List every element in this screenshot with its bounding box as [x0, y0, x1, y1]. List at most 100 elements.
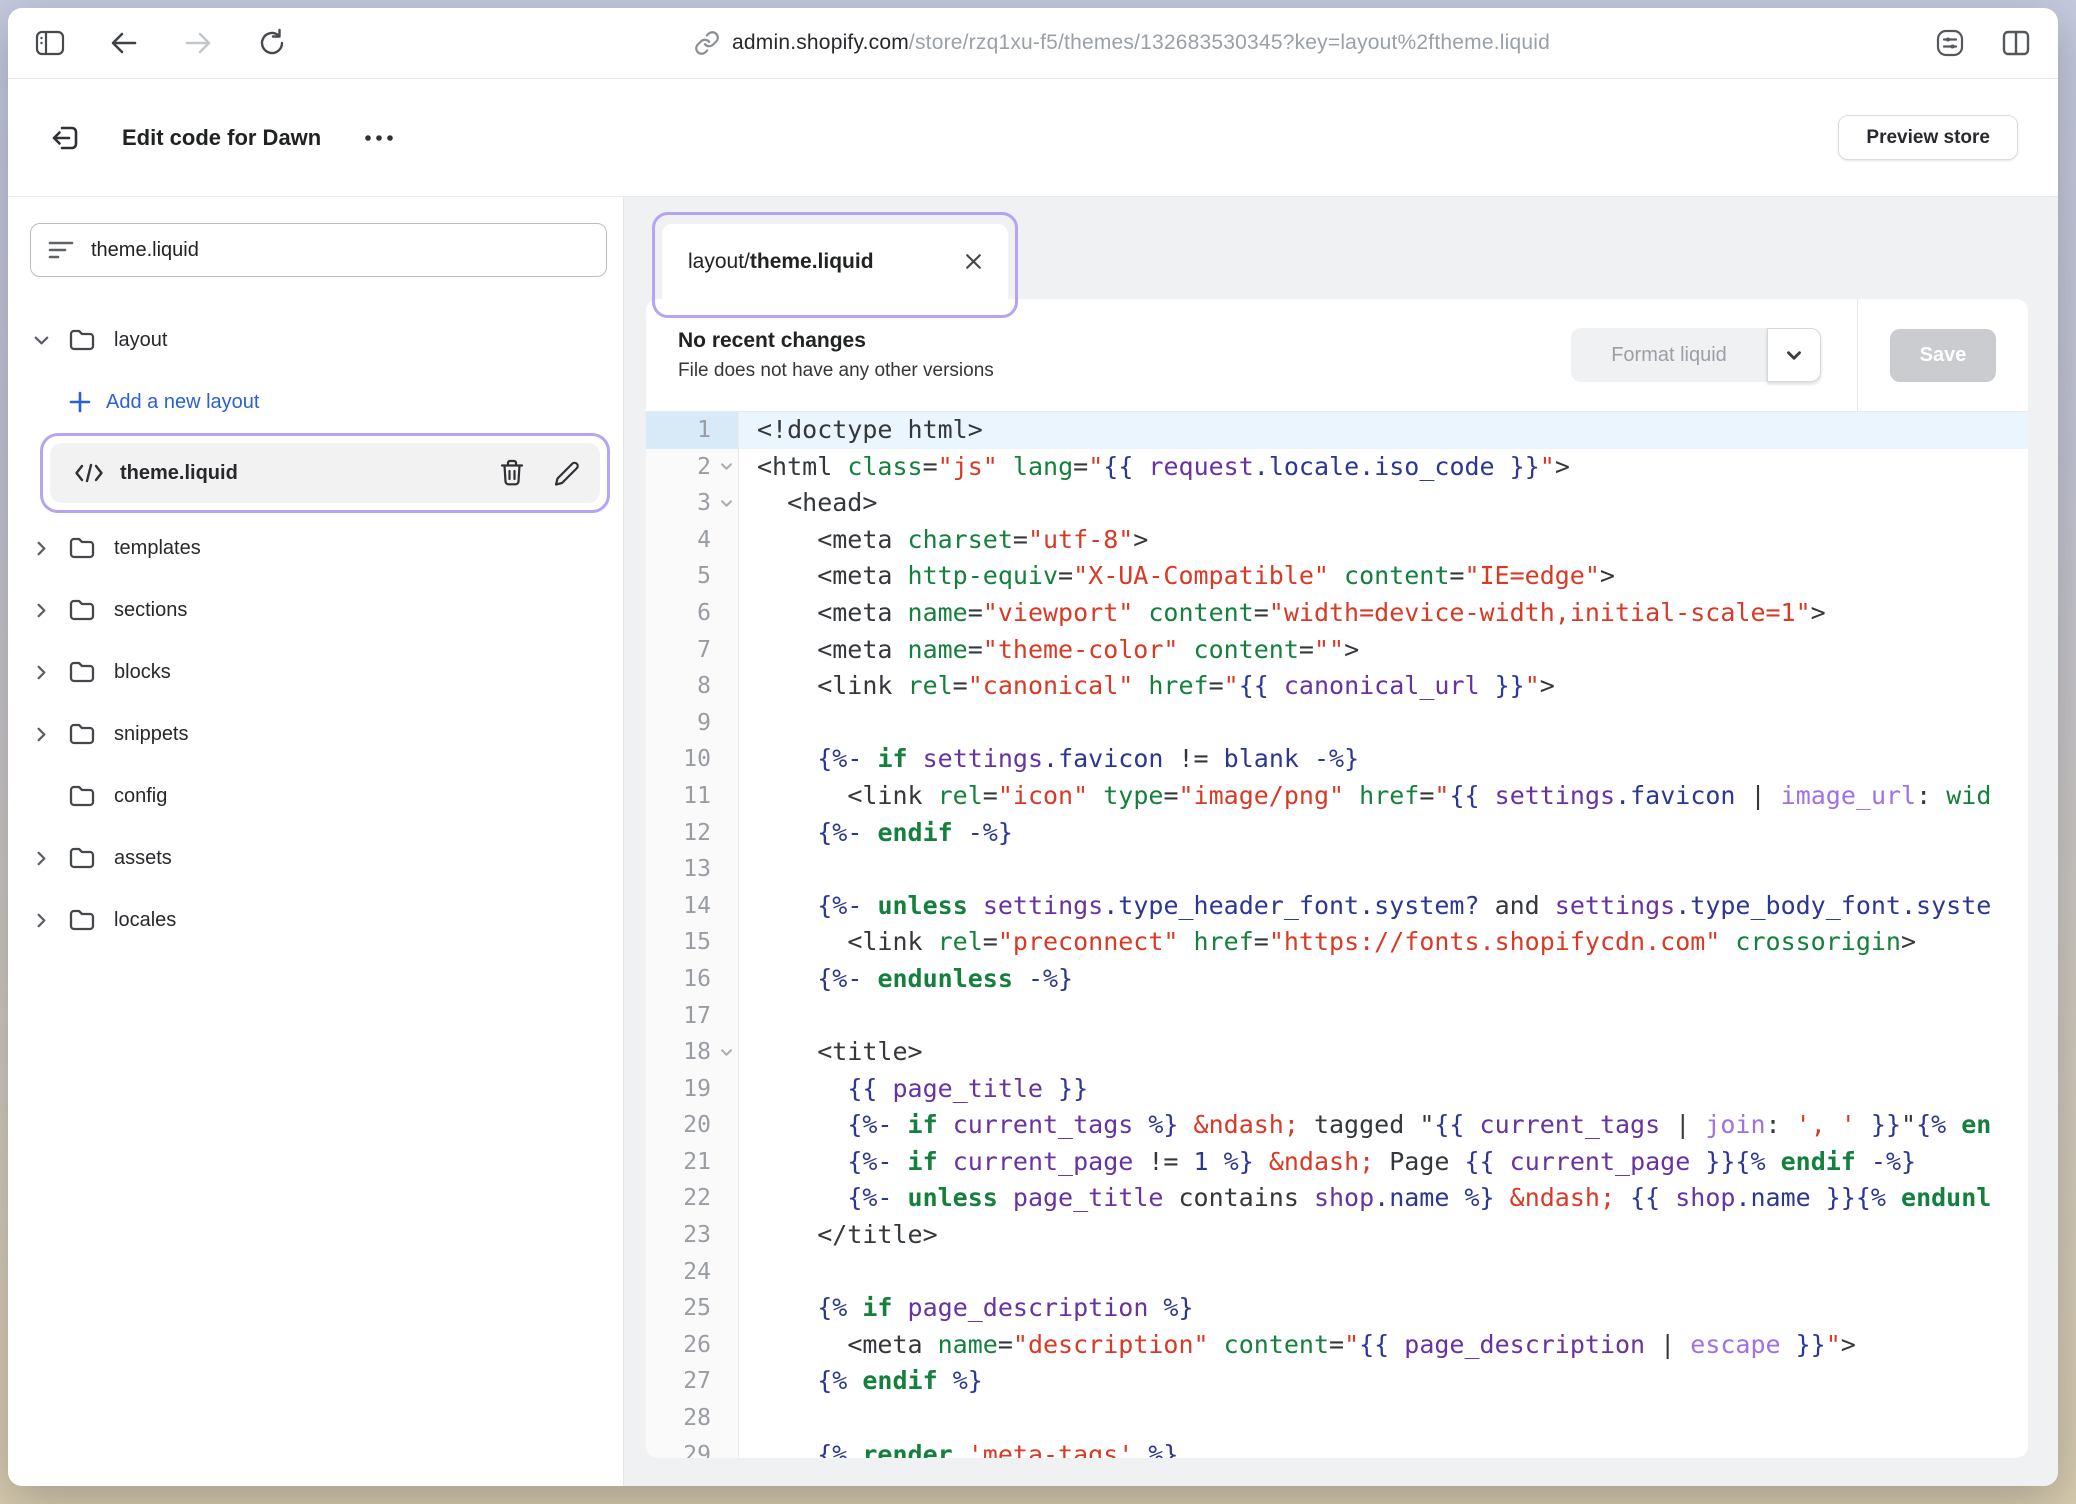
folder-label: assets [114, 847, 172, 870]
chevron-right-icon[interactable] [32, 911, 68, 930]
back-button-icon[interactable] [108, 27, 140, 59]
code-line: {% endif %} [757, 1363, 2028, 1400]
save-button[interactable]: Save [1890, 329, 1996, 382]
code-line: {% if page_description %} [757, 1290, 2028, 1327]
more-menu-button[interactable] [359, 123, 399, 153]
code-line: {{ page_title }} [757, 1071, 2028, 1108]
folder-icon [68, 908, 96, 932]
sidebar-item-blocks[interactable]: blocks [8, 641, 623, 703]
format-liquid-button[interactable]: Format liquid [1571, 328, 1821, 382]
line-number: 5 [646, 558, 738, 595]
code-line: <meta name="theme-color" content=""> [757, 632, 2028, 669]
preview-store-button[interactable]: Preview store [1838, 115, 2018, 160]
code-line: {%- unless settings.type_header_font.sys… [757, 888, 2028, 925]
sidebar-item-config[interactable]: config [8, 765, 623, 827]
forward-button-icon[interactable] [182, 27, 214, 59]
status-subtitle: File does not have any other versions [678, 360, 994, 382]
app-header: Edit code for Dawn Preview store [8, 79, 2058, 197]
sidebar-item-assets[interactable]: assets [8, 827, 623, 889]
url-path: /store/rzq1xu-f5/themes/132683530345?key… [909, 31, 1550, 54]
chevron-right-icon[interactable] [32, 539, 68, 558]
sidebar-item-layout[interactable]: layout [8, 309, 623, 371]
code-line: {%- endunless -%} [757, 961, 2028, 998]
sidebar-item-templates[interactable]: templates [8, 517, 623, 579]
file-search-box[interactable] [30, 223, 607, 277]
line-number: 8 [646, 668, 738, 705]
line-number: 3 [646, 485, 738, 522]
action-label: Add a new layout [106, 391, 259, 414]
fold-chevron-icon[interactable] [715, 449, 737, 486]
line-number: 13 [646, 851, 738, 888]
code-line [757, 1400, 2028, 1437]
code-line [757, 1254, 2028, 1291]
folder-label: config [114, 785, 167, 808]
line-number: 1 [646, 412, 738, 449]
folder-icon [68, 784, 96, 808]
code-line: {%- unless page_title contains shop.name… [757, 1180, 2028, 1217]
line-number: 14 [646, 888, 738, 925]
line-number: 18 [646, 1034, 738, 1071]
reload-button-icon[interactable] [256, 27, 288, 59]
add-new-layout-button[interactable]: Add a new layout [8, 371, 623, 433]
split-view-icon[interactable] [2000, 27, 2032, 59]
format-liquid-label[interactable]: Format liquid [1571, 328, 1767, 382]
page-settings-icon[interactable] [1934, 27, 1966, 59]
chevron-right-icon[interactable] [32, 663, 68, 682]
line-number: 16 [646, 961, 738, 998]
sidebar-item-theme-liquid[interactable]: theme.liquid [8, 433, 623, 517]
folder-icon [68, 536, 96, 560]
tab-label: layout/theme.liquid [688, 250, 874, 274]
folder-label: templates [114, 537, 201, 560]
exit-editor-button[interactable] [48, 120, 84, 156]
line-number: 22 [646, 1180, 738, 1217]
line-number: 23 [646, 1217, 738, 1254]
line-number: 29 [646, 1437, 738, 1458]
line-number: 4 [646, 522, 738, 559]
line-number: 25 [646, 1290, 738, 1327]
code-file-icon [74, 461, 104, 485]
sidebar-item-sections[interactable]: sections [8, 579, 623, 641]
chevron-right-icon[interactable] [32, 601, 68, 620]
filter-icon [47, 239, 75, 261]
code-editor[interactable]: 1234567891011121314151617181920212223242… [646, 412, 2028, 1458]
close-tab-icon[interactable] [963, 251, 984, 272]
sidebar-item-snippets[interactable]: snippets [8, 703, 623, 765]
plus-icon [68, 390, 92, 414]
code-line: <link rel="canonical" href="{{ canonical… [757, 668, 2028, 705]
code-line: <meta name="description" content="{{ pag… [757, 1327, 2028, 1364]
code-line: <link rel="preconnect" href="https://fon… [757, 924, 2028, 961]
file-sidebar: layout Add a new layout [8, 197, 624, 1486]
chevron-down-icon[interactable] [32, 331, 68, 350]
fold-chevron-icon[interactable] [715, 1034, 737, 1071]
code-lines[interactable]: <!doctype html><html class="js" lang="{{… [739, 412, 2028, 1458]
sidebar-item-locales[interactable]: locales [8, 889, 623, 951]
line-number: 10 [646, 741, 738, 778]
chevron-down-icon [1783, 344, 1805, 366]
code-line: <meta name="viewport" content="width=dev… [757, 595, 2028, 632]
search-input[interactable] [89, 238, 590, 263]
browser-window: admin.shopify.com/store/rzq1xu-f5/themes… [8, 8, 2058, 1486]
format-liquid-dropdown[interactable] [1767, 328, 1821, 382]
code-line: {%- if settings.favicon != blank -%} [757, 741, 2028, 778]
line-number: 27 [646, 1363, 738, 1400]
tab-bar: layout/theme.liquid [624, 197, 2058, 299]
selected-file-item[interactable]: theme.liquid [50, 443, 600, 503]
rename-file-icon[interactable] [553, 460, 580, 487]
chevron-right-icon[interactable] [32, 725, 68, 744]
line-number: 12 [646, 815, 738, 852]
code-line: <html class="js" lang="{{ request.locale… [757, 449, 2028, 486]
code-line: {%- if current_page != 1 %} &ndash; Page… [757, 1144, 2028, 1181]
delete-file-icon[interactable] [499, 459, 525, 487]
code-line [757, 998, 2028, 1035]
line-number: 15 [646, 924, 738, 961]
line-number: 24 [646, 1254, 738, 1291]
address-bar[interactable]: admin.shopify.com/store/rzq1xu-f5/themes… [330, 30, 1914, 56]
sidebar-toggle-icon[interactable] [34, 27, 66, 59]
fold-chevron-icon[interactable] [715, 485, 737, 522]
tab-layout-theme-liquid[interactable]: layout/theme.liquid [662, 224, 1008, 299]
line-number: 11 [646, 778, 738, 815]
chevron-right-icon[interactable] [32, 849, 68, 868]
folder-label: layout [114, 329, 167, 352]
line-number: 9 [646, 705, 738, 742]
url-domain: admin.shopify.com [732, 31, 909, 54]
